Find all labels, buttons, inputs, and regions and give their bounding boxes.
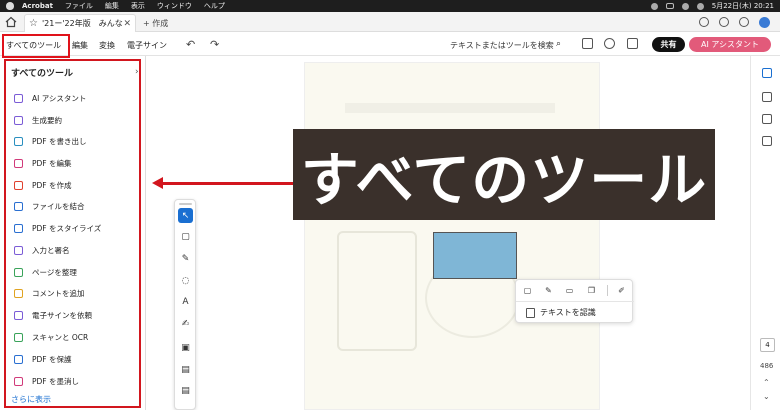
apps-grid-icon[interactable] [739,17,749,27]
control-center-icon[interactable] [696,2,704,10]
page-faded-content [345,103,555,113]
mac-menubar: Acrobat ファイル 編集 表示 ウィンドウ ヘルプ 5月22日(木) 20… [0,0,780,12]
apple-icon[interactable] [6,2,14,10]
search-icon[interactable]: ⌕ [556,39,561,49]
ai-assistant-button[interactable]: AI アシスタント [689,37,771,52]
pages-panel-icon[interactable] [762,136,772,146]
edit-menu[interactable]: 編集 [72,40,88,51]
recognize-text-button[interactable]: テキストを認識 [526,307,596,318]
chevron-up-icon[interactable]: ⌃ [763,378,770,387]
wifi-icon[interactable] [681,2,689,10]
close-tab-icon[interactable]: ✕ [123,19,131,29]
current-page-field[interactable]: 4 [760,338,775,352]
main-toolbar: すべてのツール 編集 変換 電子サイン ↶ ↷ テキストまたはツールを検索 ⌕ … [0,32,780,56]
selection-context-menu: ▢ ✎ ▭ ❐ ✐ テキストを認識 [515,279,634,323]
selection-rectangle[interactable] [433,232,517,279]
tool-search-field[interactable]: テキストまたはツールを検索 [450,40,554,51]
divider [607,285,608,296]
add-comment-icon[interactable]: ▢ [178,229,193,244]
share-button[interactable]: 共有 [652,37,685,52]
print-icon[interactable] [627,38,638,49]
annotation-arrow [160,182,293,185]
save-icon[interactable] [582,38,593,49]
annotation-highlight-box [4,59,141,408]
menubar-datetime[interactable]: 5月22日(木) 20:21 [712,1,774,11]
redo-icon[interactable]: ↷ [210,38,219,51]
document-tab-title: '21ー'22年版 みんな... [41,19,124,28]
convert-menu[interactable]: 変換 [99,40,115,51]
menu-edit[interactable]: 編集 [105,1,119,11]
comment-icon[interactable]: ▢ [522,285,533,296]
menu-file[interactable]: ファイル [65,1,93,11]
fill-sign-tool-icon[interactable]: ✍ [178,316,193,331]
page-tool-icon[interactable]: ▤ [178,383,193,398]
annotation-banner: すべてのツール [293,129,715,220]
menu-help[interactable]: ヘルプ [204,1,225,11]
ai-panel-icon[interactable] [762,68,772,78]
drag-handle[interactable] [179,203,192,205]
menu-acrobat[interactable]: Acrobat [22,2,53,10]
new-tab-button[interactable]: + 作成 [143,18,168,29]
highlight-pen-icon[interactable]: ✎ [178,251,193,266]
status-icon[interactable] [650,2,658,10]
annotation-arrow-head [152,177,163,189]
page-faded-graphic [337,231,417,351]
comments-panel-icon[interactable] [762,92,772,102]
menubar-status-area: 5月22日(木) 20:21 [650,0,774,12]
star-icon[interactable]: ☆ [29,18,38,29]
add-text-icon[interactable]: A [178,294,193,309]
menu-view[interactable]: 表示 [131,1,145,11]
page-tool-icon[interactable]: ▤ [178,362,193,377]
upload-icon[interactable] [604,38,615,49]
battery-icon[interactable] [665,3,674,9]
copy-icon[interactable]: ❐ [586,285,597,296]
menu-window[interactable]: ウィンドウ [157,1,192,11]
chevron-down-icon[interactable]: ⌄ [763,392,770,401]
user-avatar[interactable] [759,17,770,28]
annotation-highlight-box [2,34,70,58]
total-pages: 486 [760,362,774,370]
pen-icon[interactable]: ✎ [543,285,554,296]
divider [516,301,634,302]
draw-freeform-icon[interactable]: ◌ [178,273,193,288]
quick-tools-bar: ↖ ▢ ✎ ◌ A ✍ ▣ ▤ ▤ [174,199,196,410]
right-rail: 4 486 ⌃ ⌄ [750,56,780,410]
home-icon[interactable] [5,16,17,28]
edit-note-icon[interactable]: ✐ [616,285,627,296]
save-page-icon[interactable]: ▣ [178,340,193,355]
tabbar-right-icons [699,17,770,28]
document-tab[interactable]: ☆ '21ー'22年版 みんな... ✕ [24,14,136,32]
notification-bell-icon[interactable] [719,17,729,27]
bookmarks-icon[interactable] [762,114,772,124]
document-icon [526,307,535,318]
select-cursor-icon[interactable]: ↖ [178,208,193,223]
tab-bar: ☆ '21ー'22年版 みんな... ✕ + 作成 [0,12,780,32]
e-sign-menu[interactable]: 電子サイン [127,40,167,51]
undo-icon[interactable]: ↶ [186,38,195,51]
help-icon[interactable] [699,17,709,27]
recognize-text-label: テキストを認識 [540,308,596,317]
stamp-icon[interactable]: ▭ [564,285,575,296]
